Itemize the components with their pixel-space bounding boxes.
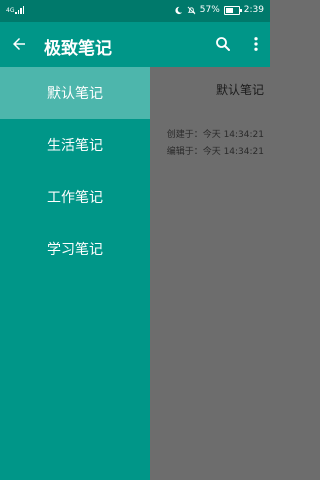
note-title: 默认笔记: [215, 83, 264, 97]
navigation-drawer: 默认笔记 生活笔记 工作笔记 学习笔记: [0, 67, 150, 480]
back-arrow-icon[interactable]: [10, 35, 28, 53]
more-vert-icon[interactable]: [247, 35, 265, 53]
carrier-text: 4G: [6, 7, 15, 14]
drawer-item-label: 生活笔记: [47, 138, 103, 154]
page-title: 极致笔记: [44, 39, 112, 59]
note-created: 创建于：今天 14:34:21: [166, 130, 264, 140]
drawer-item-default[interactable]: 默认笔记: [0, 67, 150, 119]
mute-bell-icon: [187, 6, 196, 14]
battery-level: [225, 7, 233, 13]
note-edited: 编辑于：今天 14:34:21: [166, 147, 264, 157]
signal-area: 4G: [6, 6, 25, 14]
drawer-item-life[interactable]: 生活笔记: [0, 119, 150, 171]
drawer-item-work[interactable]: 工作笔记: [0, 171, 150, 223]
battery-percent: 57%: [199, 5, 220, 15]
app-bar: 极致笔记: [0, 22, 270, 67]
clock: 2:39: [243, 5, 264, 15]
drawer-item-label: 默认笔记: [47, 86, 103, 102]
status-bar: 4G 57% 2:39: [0, 0, 270, 22]
status-right: 57% 2:39: [174, 5, 264, 15]
drawer-item-label: 工作笔记: [47, 190, 103, 206]
signal-icon: [15, 6, 25, 14]
note-preview[interactable]: 默认笔记 创建于：今天 14:34:21 编辑于：今天 14:34:21: [150, 67, 270, 480]
drawer-item-study[interactable]: 学习笔记: [0, 223, 150, 275]
drawer-item-label: 学习笔记: [47, 242, 103, 258]
battery-icon: [223, 5, 242, 15]
search-icon[interactable]: [214, 35, 232, 53]
moon-icon: [175, 6, 182, 14]
